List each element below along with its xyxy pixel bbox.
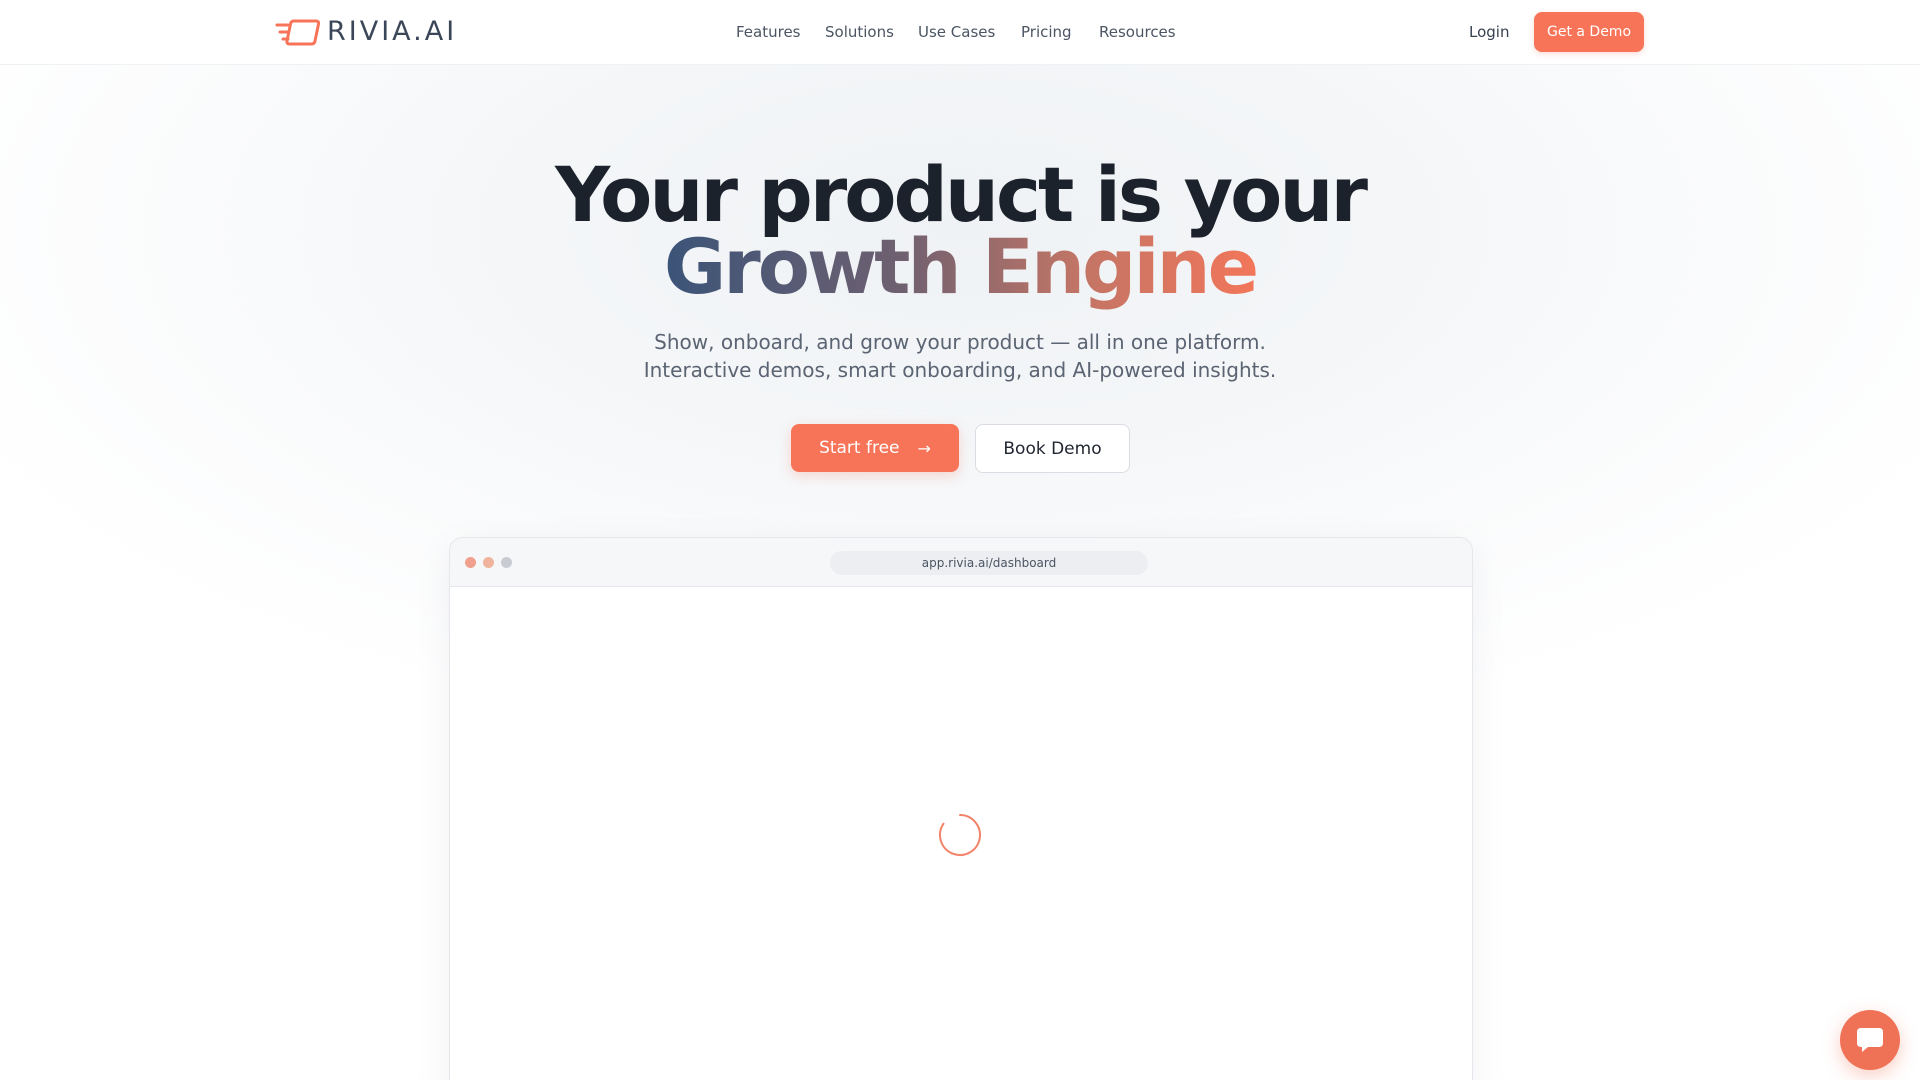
address-bar: app.rivia.ai/dashboard xyxy=(830,551,1148,575)
maximize-dot xyxy=(501,557,512,568)
arrow-right-icon: → xyxy=(917,438,931,458)
hero-subtitle-line1: Show, onboard, and grow your product — a… xyxy=(654,330,1266,354)
book-demo-button[interactable]: Book Demo xyxy=(975,424,1130,473)
get-a-demo-button[interactable]: Get a Demo xyxy=(1534,12,1644,52)
top-navbar: RIVIA.AI Features Solutions Use Cases Pr… xyxy=(0,0,1920,65)
login-link[interactable]: Login xyxy=(1469,22,1509,42)
speed-frame-logo-icon xyxy=(275,19,321,46)
close-dot xyxy=(465,557,476,568)
browser-toolbar: app.rivia.ai/dashboard xyxy=(450,538,1472,587)
chat-bubble-icon xyxy=(1857,1028,1883,1052)
nav-link-pricing[interactable]: Pricing xyxy=(1021,22,1072,42)
hero-subtitle-line2: Interactive demos, smart onboarding, and… xyxy=(643,358,1277,382)
nav-link-solutions[interactable]: Solutions xyxy=(825,22,894,42)
hero-title-line2: Growth Engine xyxy=(0,222,1920,312)
start-free-button[interactable]: Start free → xyxy=(791,424,959,472)
nav-link-features[interactable]: Features xyxy=(736,22,801,42)
chat-launcher-button[interactable] xyxy=(1840,1010,1900,1070)
hero-title-highlight: Growth Engine xyxy=(663,222,1259,311)
brand-name: RIVIA.AI xyxy=(327,16,458,47)
start-free-label: Start free xyxy=(819,438,900,458)
minimize-dot xyxy=(483,557,494,568)
nav-link-use-cases[interactable]: Use Cases xyxy=(918,22,995,42)
loading-spinner-icon xyxy=(939,814,981,856)
nav-link-resources[interactable]: Resources xyxy=(1099,22,1176,42)
brand-logo[interactable]: RIVIA.AI xyxy=(275,17,457,47)
dashboard-preview-window: app.rivia.ai/dashboard xyxy=(449,537,1473,1080)
